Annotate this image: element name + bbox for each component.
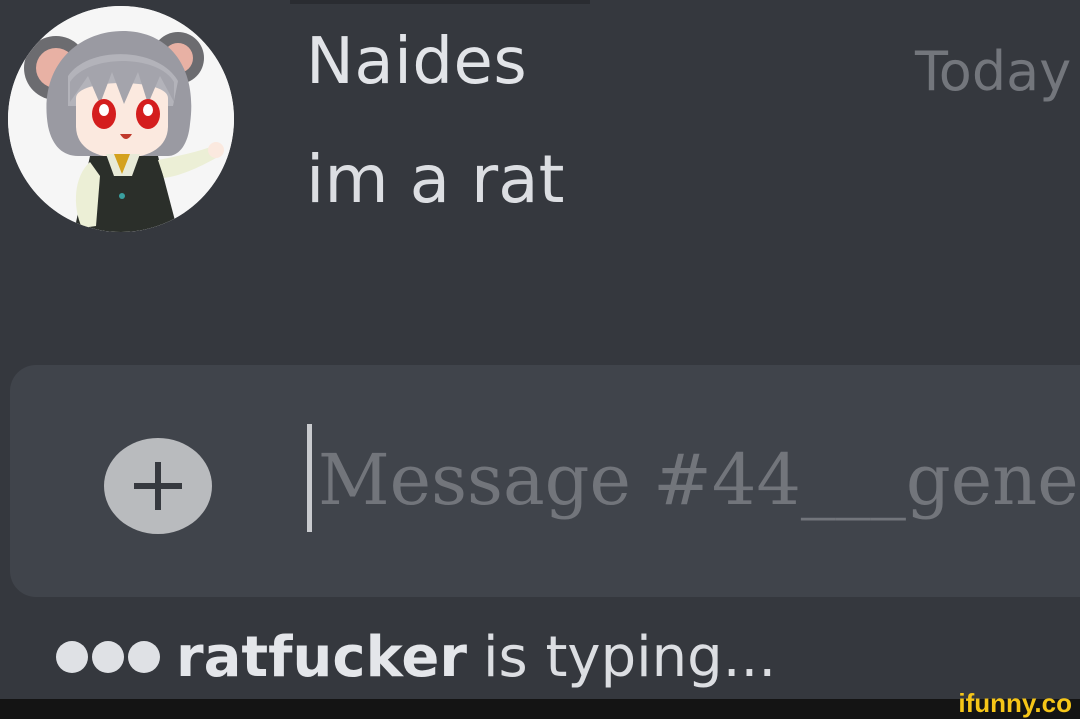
anime-girl-avatar-image bbox=[8, 6, 234, 232]
message-content: im a rat bbox=[306, 141, 565, 218]
message-author[interactable]: Naides bbox=[306, 22, 527, 102]
chat-area: Naides Today im a rat ratfucker is typin… bbox=[0, 0, 1080, 719]
typing-user: ratfucker bbox=[176, 624, 467, 690]
add-attachment-button[interactable] bbox=[104, 438, 212, 534]
text-caret bbox=[307, 424, 312, 532]
typing-indicator: ratfucker is typing... bbox=[56, 612, 776, 702]
message-timestamp: Today bbox=[915, 40, 1072, 103]
typing-dots-icon bbox=[56, 641, 164, 673]
top-divider bbox=[290, 0, 590, 4]
watermark-bar bbox=[0, 699, 1080, 719]
avatar[interactable] bbox=[8, 6, 234, 232]
message-input[interactable] bbox=[318, 430, 1080, 530]
plus-icon bbox=[134, 462, 182, 510]
typing-status-text: is typing... bbox=[482, 624, 777, 690]
watermark-logo: ifunny.co bbox=[958, 688, 1072, 718]
